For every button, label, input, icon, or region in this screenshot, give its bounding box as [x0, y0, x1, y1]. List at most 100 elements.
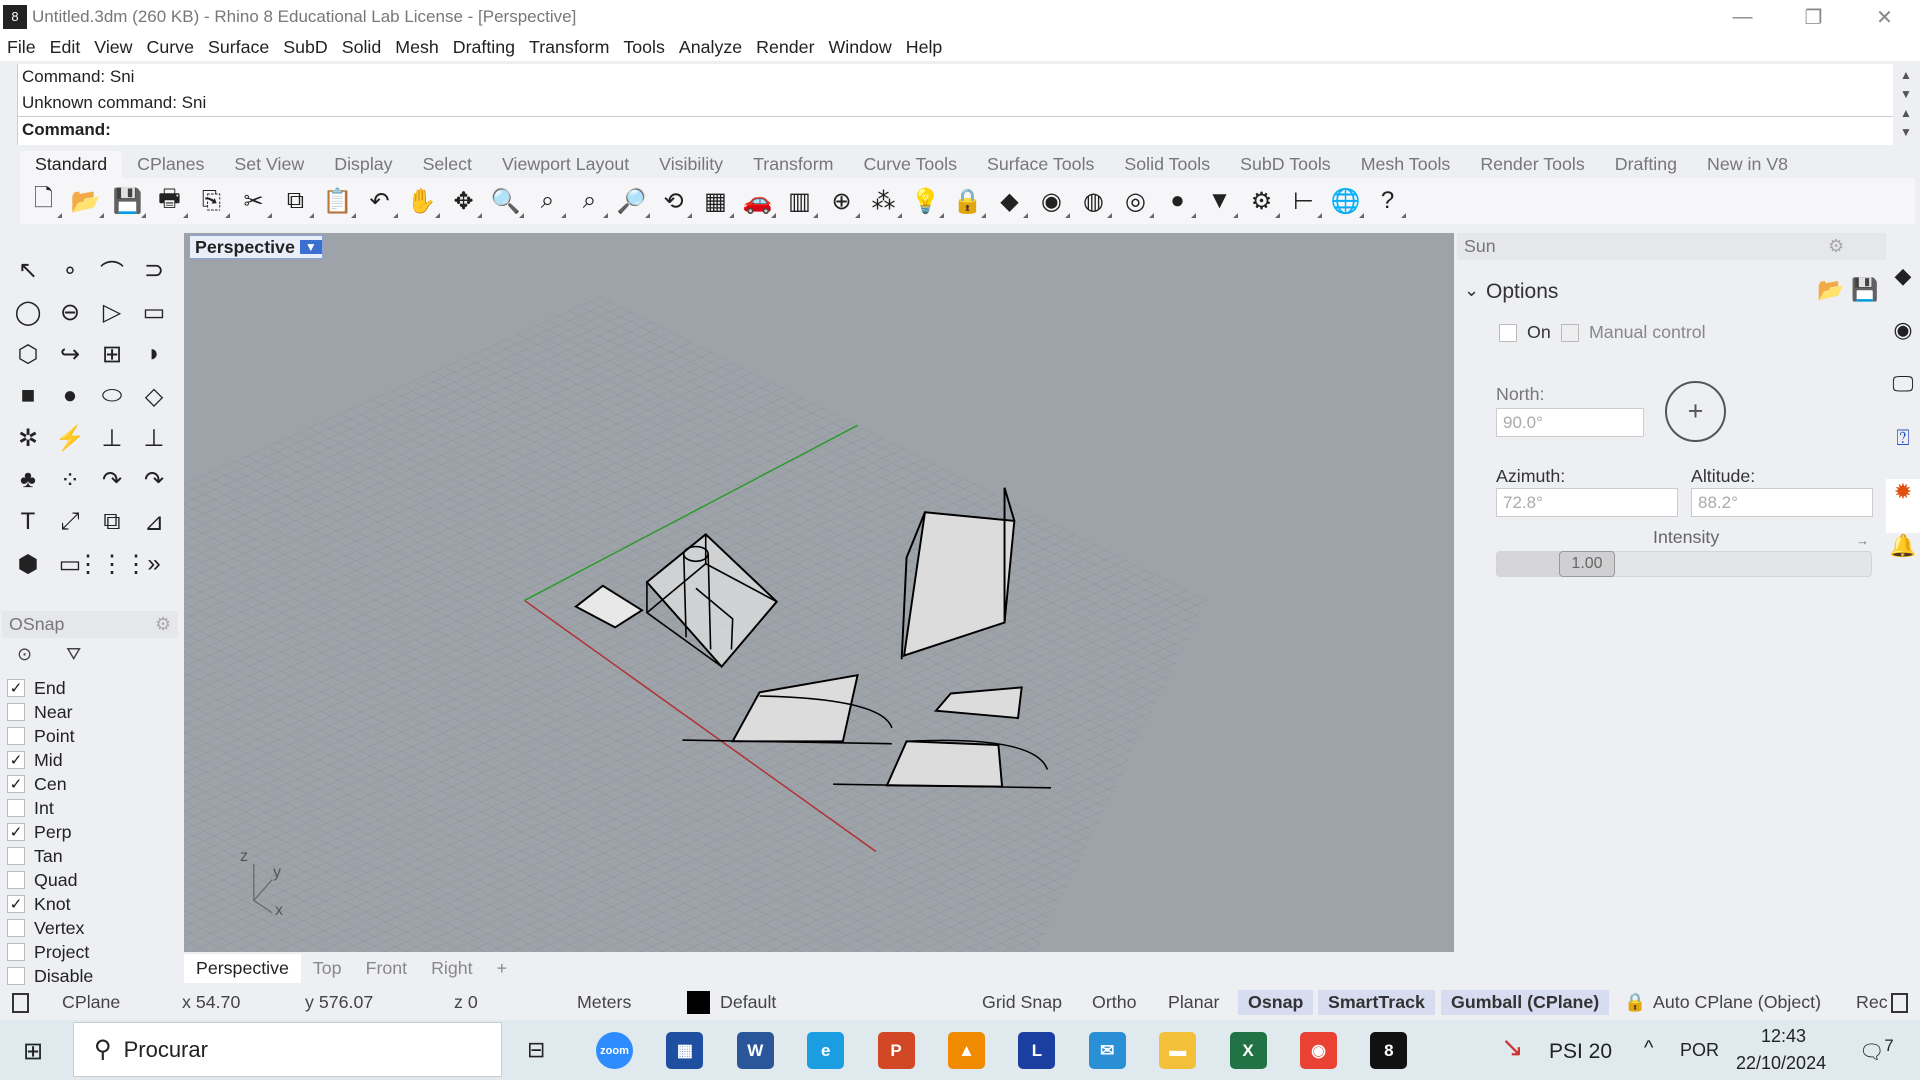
tab-curve-tools[interactable]: Curve Tools	[848, 151, 972, 178]
taskbar-mail-icon[interactable]: ✉	[1088, 1032, 1126, 1069]
taskbar-l-app-icon[interactable]: L	[1018, 1032, 1056, 1069]
save-disk-icon[interactable]: 💾	[1851, 277, 1878, 303]
taskbar-excel-icon[interactable]: X	[1229, 1032, 1267, 1069]
left-tool-icon[interactable]: ⊖	[49, 291, 91, 333]
taskbar-explorer-icon[interactable]: ▬	[1159, 1032, 1197, 1069]
save-icon[interactable]: 💾	[109, 184, 146, 218]
planar-toggle[interactable]: Planar	[1168, 992, 1219, 1013]
left-tool-icon[interactable]: ♣	[7, 459, 49, 501]
menu-analyze[interactable]: Analyze	[672, 37, 749, 58]
menu-tools[interactable]: Tools	[616, 37, 672, 58]
left-tool-icon[interactable]: ⬢	[7, 543, 49, 585]
taskbar-word-icon[interactable]: W	[736, 1032, 774, 1069]
menu-subd[interactable]: SubD	[276, 37, 334, 58]
zoom-window-icon[interactable]: ⌕	[529, 184, 566, 218]
intensity-slider[interactable]: 1.00	[1496, 551, 1872, 577]
tab-drafting[interactable]: Drafting	[1600, 151, 1692, 178]
taskbar-edge-icon[interactable]: e	[807, 1032, 845, 1069]
left-tool-icon[interactable]: ■	[7, 375, 49, 417]
smarttrack-toggle[interactable]: SmartTrack	[1318, 990, 1435, 1015]
left-tool-icon[interactable]: ∘	[49, 249, 91, 291]
command-input[interactable]: Command:	[18, 116, 1893, 142]
command-scrollbar[interactable]: ▲ ▼ ▲ ▼	[1896, 66, 1916, 144]
import-icon[interactable]: ⎘	[193, 184, 230, 218]
units-label[interactable]: Meters	[577, 992, 631, 1013]
menu-file[interactable]: File	[0, 37, 43, 58]
shaded-sphere-icon[interactable]: ◎	[1117, 184, 1154, 218]
viewport-scene[interactable]	[184, 233, 1454, 952]
windows-start-icon[interactable]: ⊞	[23, 1037, 43, 1066]
viewport-menu-arrow-icon[interactable]: ▼	[299, 240, 322, 254]
notification-icon[interactable]: 🗨7	[1859, 1036, 1894, 1065]
left-tool-icon[interactable]: ◯	[7, 291, 49, 333]
rotate-view-icon[interactable]: ✥	[445, 184, 482, 218]
tab-standard[interactable]: Standard	[20, 151, 123, 178]
grid-snap-toggle[interactable]: Grid Snap	[982, 992, 1062, 1013]
stock-icon[interactable]: ↘	[1501, 1032, 1524, 1063]
task-view-icon[interactable]: ⊟	[527, 1037, 545, 1063]
left-tool-icon[interactable]: ⌒	[91, 249, 133, 291]
layer-label[interactable]: Default	[720, 992, 776, 1013]
lock-icon[interactable]: 🔒	[949, 184, 986, 218]
azimuth-field[interactable]: 72.8°	[1496, 488, 1678, 517]
osnap-item-int[interactable]: Int	[7, 796, 93, 820]
options-section-title[interactable]: Options	[1486, 280, 1558, 304]
left-tool-icon[interactable]: ⬡	[7, 333, 49, 375]
tab-surface-tools[interactable]: Surface Tools	[972, 151, 1109, 178]
clock-time[interactable]: 12:43	[1761, 1026, 1806, 1047]
osnap-icon[interactable]: ⊕	[823, 184, 860, 218]
options-chevron-icon[interactable]: ⌄	[1464, 280, 1479, 301]
help-panel-icon[interactable]: ⍰	[1886, 425, 1920, 479]
tab-solid-tools[interactable]: Solid Tools	[1109, 151, 1225, 178]
osnap-item-perp[interactable]: ✓ Perp	[7, 820, 93, 844]
manual-control-checkbox[interactable]	[1561, 324, 1579, 342]
taskbar-powerpoint-icon[interactable]: P	[877, 1032, 915, 1069]
cut-icon[interactable]: ✂	[235, 184, 272, 218]
left-tool-icon[interactable]: ⬭	[91, 375, 133, 417]
taskbar-vlc-icon[interactable]: ▲	[948, 1032, 985, 1069]
open-icon[interactable]: 📂	[67, 184, 104, 218]
altitude-field[interactable]: 88.2°	[1691, 488, 1873, 517]
taskbar-search[interactable]: ⚲ Procurar	[73, 1022, 502, 1077]
osnap-item-point[interactable]: Point	[7, 724, 93, 748]
points-icon[interactable]: ⁂	[865, 184, 902, 218]
osnap-checkbox[interactable]	[7, 919, 25, 937]
viewport-tab-right[interactable]: Right	[419, 954, 485, 983]
cplane-label[interactable]: CPlane	[62, 992, 120, 1013]
left-tool-icon[interactable]: ▷	[91, 291, 133, 333]
intensity-slider-thumb[interactable]: 1.00	[1559, 551, 1615, 577]
materials-panel-icon[interactable]: ◉	[1886, 317, 1920, 371]
left-tool-icon[interactable]: ⊥	[91, 417, 133, 459]
panel-gear-icon[interactable]: ⚙	[1828, 233, 1844, 260]
tab-viewport-layout[interactable]: Viewport Layout	[487, 151, 644, 178]
minimize-button[interactable]: —	[1707, 0, 1778, 34]
notifications-panel-icon[interactable]: 🔔	[1886, 533, 1920, 587]
paste-icon[interactable]: 📋	[319, 184, 356, 218]
osnap-toggle[interactable]: Osnap	[1238, 990, 1314, 1015]
close-button[interactable]: ✕	[1849, 0, 1920, 34]
osnap-checkbox[interactable]: ✓	[7, 775, 25, 793]
osnap-item-project[interactable]: Project	[7, 940, 93, 964]
intensity-expand-icon[interactable]: →	[1856, 533, 1869, 548]
left-tool-icon[interactable]: ⤢	[49, 501, 91, 543]
osnap-item-cen[interactable]: ✓ Cen	[7, 772, 93, 796]
status-panel-toggle-icon[interactable]	[12, 992, 29, 1013]
four-viewports-icon[interactable]: ▦	[697, 184, 734, 218]
auto-cplane-toggle[interactable]: Auto CPlane (Object)	[1653, 992, 1821, 1013]
perspective-viewport[interactable]: Perspective ▼ z y x	[184, 233, 1454, 952]
pan-icon[interactable]: ✋	[403, 184, 440, 218]
tab-set-view[interactable]: Set View	[219, 151, 319, 178]
left-tool-icon[interactable]: ◗	[133, 333, 175, 375]
osnap-checkbox[interactable]	[7, 943, 25, 961]
menu-surface[interactable]: Surface	[201, 37, 276, 58]
tab-subd-tools[interactable]: SubD Tools	[1225, 151, 1346, 178]
globe-icon[interactable]: 🌐	[1327, 184, 1364, 218]
osnap-project-icon[interactable]: ⊙	[17, 644, 32, 664]
tab-select[interactable]: Select	[408, 151, 487, 178]
left-tool-icon[interactable]: ⊥	[133, 417, 175, 459]
taskbar-store-icon[interactable]: ▦	[666, 1032, 704, 1069]
record-history-toggle[interactable]: Rec	[1856, 992, 1888, 1013]
viewport-label[interactable]: Perspective ▼	[189, 235, 323, 259]
tray-chevron-icon[interactable]: ^	[1644, 1037, 1653, 1060]
osnap-checkbox[interactable]	[7, 727, 25, 745]
